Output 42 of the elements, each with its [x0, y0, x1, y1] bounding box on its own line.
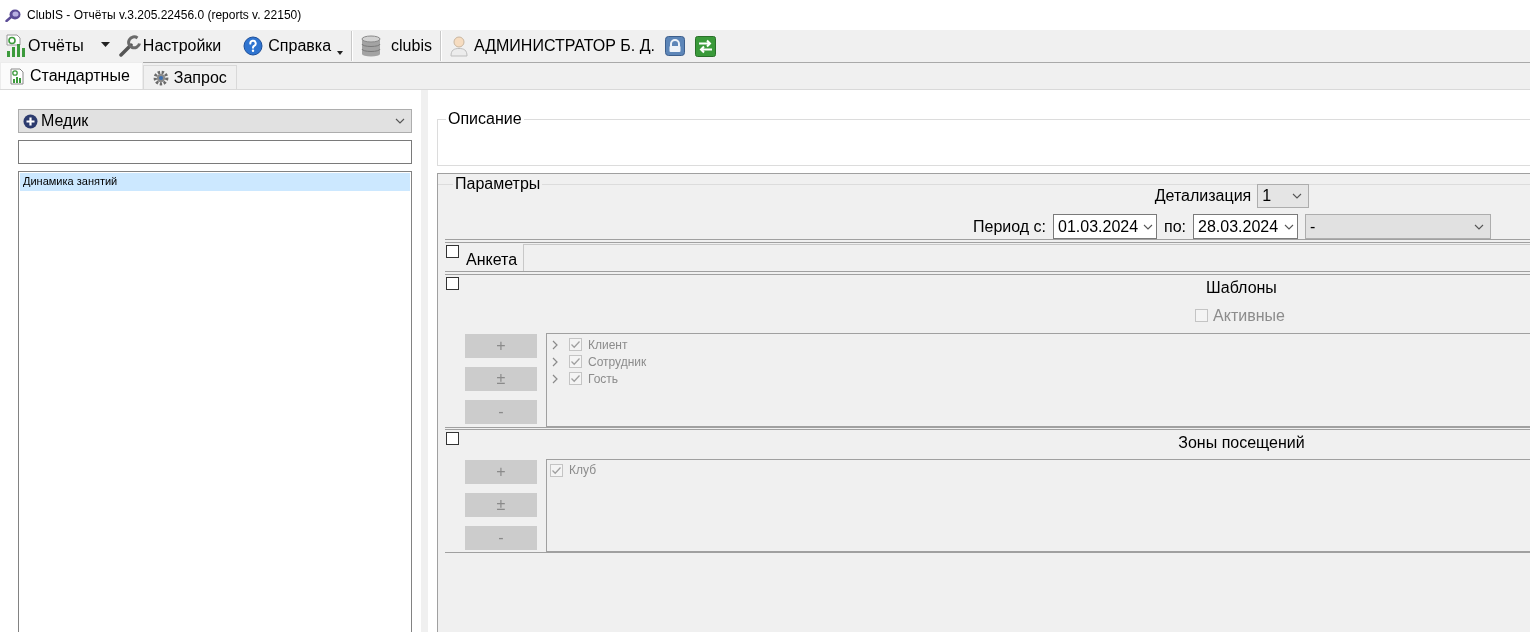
help-icon [243, 36, 264, 56]
period-preset-dropdown[interactable]: - [1305, 214, 1491, 239]
reports-menu[interactable]: Отчёты [4, 32, 85, 60]
lock-icon[interactable] [665, 36, 685, 56]
wrench-icon [117, 35, 142, 57]
chevron-icon [395, 118, 405, 124]
database-icon [361, 35, 382, 57]
bar-chart-icon [5, 34, 27, 58]
date-field[interactable]: 28.03.2024 [1193, 214, 1298, 239]
date-field[interactable]: 01.03.2024 [1053, 214, 1157, 239]
chevron-icon [1284, 223, 1294, 230]
chevron-icon [1474, 223, 1484, 230]
search-field[interactable] [18, 140, 412, 164]
help-menu[interactable]: Справка [242, 32, 333, 60]
chevron-icon [1292, 193, 1303, 199]
questionnaire-label: Анкета [466, 249, 518, 269]
active-label: Активные [1213, 306, 1285, 326]
settings-menu[interactable]: Настройки [116, 32, 223, 60]
plus-circle-icon [23, 113, 38, 129]
caret-icon[interactable] [100, 41, 110, 47]
tab[interactable]: Запрос [142, 65, 237, 89]
database-name: clubis [391, 36, 432, 56]
period-to-label: по: [1164, 216, 1186, 237]
section-title: Шаблоны [1206, 278, 1277, 298]
report-item[interactable]: Динамика занятий [20, 173, 410, 191]
period-from-label: Период с: [973, 216, 1046, 237]
window-title: ClubIS - Отчёты v.3.205.22456.0 (reports v. 22150) [27, 7, 302, 23]
user-icon [449, 35, 468, 57]
section-title: Зоны посещений [1178, 433, 1305, 453]
report-icon [10, 67, 25, 85]
chevron-icon [1143, 223, 1153, 230]
detail-dropdown[interactable]: 1 [1257, 184, 1310, 208]
category-dropdown[interactable]: Медик [18, 109, 412, 133]
description-title: Описание [447, 110, 523, 128]
caret-icon[interactable] [337, 51, 344, 55]
magnifier-icon [5, 8, 21, 22]
parameters-title: Параметры [454, 175, 542, 193]
gear-icon [152, 69, 169, 86]
user-name: АДМИНИСТРАТОР Б. Д. [473, 36, 655, 56]
swap-arrows-icon[interactable] [695, 35, 716, 57]
detail-label: Детализация [1154, 186, 1252, 206]
tab[interactable]: Стандартные [0, 62, 143, 89]
